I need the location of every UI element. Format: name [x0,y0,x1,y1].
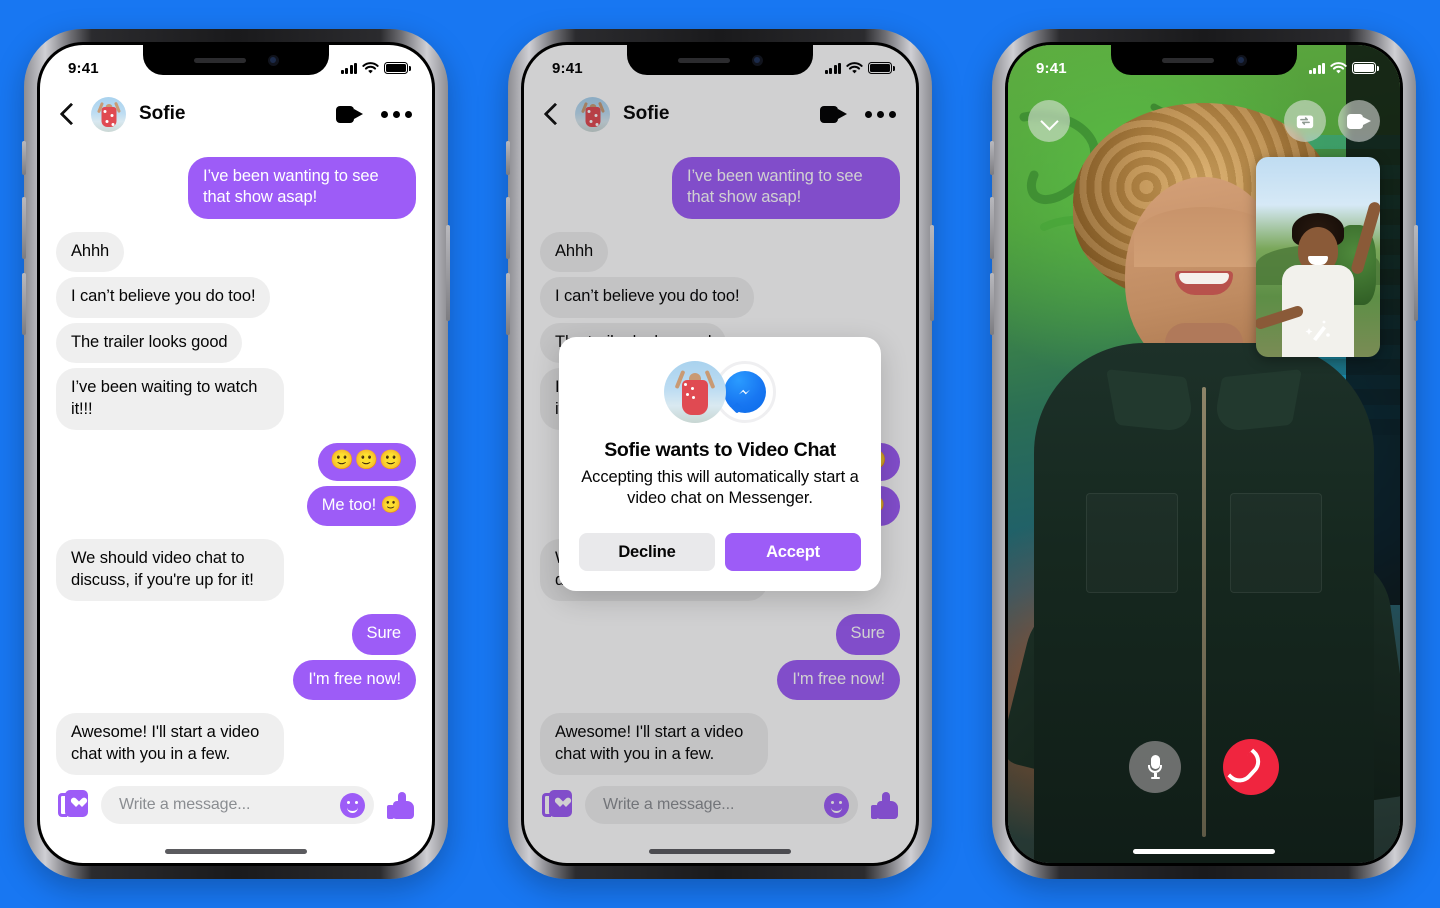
message-list: I’ve been wanting to see that show asap!… [40,143,432,775]
notch [1111,45,1297,75]
front-camera-icon [267,54,279,66]
thumbs-up-icon[interactable] [387,791,414,819]
message-row: The trailer looks good [56,322,416,364]
chevron-down-icon[interactable] [1028,100,1070,142]
accept-button[interactable]: Accept [725,533,861,572]
messenger-logo-icon [724,371,766,413]
call-top-controls [1008,93,1400,149]
message-row: I'm free now! [56,659,416,701]
message-bubble[interactable]: I can’t believe you do too! [56,277,271,318]
volume-down-button[interactable] [990,273,994,335]
message-input[interactable]: Write a message... [101,786,374,824]
status-time: 9:41 [1036,59,1067,77]
stickers-icon[interactable] [58,790,88,820]
call-top-right-controls [1284,100,1380,142]
phone-1-screen: 9:41 Sofie I’ve been wanting to see that… [40,45,432,863]
message-bubble[interactable]: Awesome! I'll start a video chat with yo… [56,713,284,775]
message-row: Sure [56,614,416,655]
front-camera-icon [1235,54,1247,66]
message-row: 🙂🙂🙂 [56,443,416,481]
message-row: Awesome! I'll start a video chat with yo… [56,713,416,775]
camera-flip-icon[interactable] [1284,100,1326,142]
message-bubble[interactable]: I’ve been waiting to watch it!!! [56,368,284,431]
wifi-icon [362,61,379,73]
silent-switch[interactable] [506,141,510,175]
phone-1-chat: 9:41 Sofie I’ve been wanting to see that… [22,29,450,879]
power-button[interactable] [446,225,450,321]
phone-2-screen: 9:41 Sofie I’ve been wanting to see that… [524,45,916,863]
power-button[interactable] [1414,225,1418,321]
effects-sparkle-icon[interactable] [1304,319,1332,343]
video-camera-icon[interactable] [336,105,363,123]
back-chevron-icon[interactable] [56,103,78,125]
message-row: I’ve been wanting to see that show asap! [56,157,416,219]
volume-down-button[interactable] [506,273,510,335]
decline-button[interactable]: Decline [579,533,715,572]
avatar[interactable] [91,96,126,132]
status-indicators [340,61,411,75]
message-row: Me too! 🙂 [56,485,416,527]
chat-header: Sofie [40,85,432,143]
signal-bars-icon [1308,62,1325,74]
end-call-handset-icon[interactable] [1223,739,1279,795]
notch [143,45,329,75]
phone-3-video-call: 9:41 [990,29,1418,879]
dialog-title: Sofie wants to Video Chat [604,439,836,461]
call-bottom-controls [1008,739,1400,795]
status-time: 9:41 [68,59,99,77]
phone-3-screen: 9:41 [1008,45,1400,863]
microphone-icon[interactable] [1129,741,1181,793]
message-bubble[interactable]: I’ve been wanting to see that show asap! [188,157,416,219]
message-bubble[interactable]: We should video chat to discuss, if you'… [56,539,284,602]
phone-bezel: 9:41 Sofie I’ve been wanting to see that… [37,42,435,866]
home-indicator [165,849,307,854]
header-actions [336,105,412,123]
phone-bezel: 9:41 [1005,42,1403,866]
message-row: I can’t believe you do too! [56,277,416,318]
volume-up-button[interactable] [506,197,510,259]
picture-in-picture-self-view[interactable] [1256,157,1380,357]
notch [627,45,813,75]
video-camera-icon[interactable] [1338,100,1380,142]
phone-2-video-chat-request: 9:41 Sofie I’ve been wanting to see that… [506,29,934,879]
dialog-actions: Decline Accept [579,533,861,572]
silent-switch[interactable] [990,141,994,175]
phone-bezel: 9:41 Sofie I’ve been wanting to see that… [521,42,919,866]
video-chat-request-dialog: Sofie wants to Video Chat Accepting this… [559,337,881,592]
volume-down-button[interactable] [22,273,26,335]
message-bubble[interactable]: Ahhh [56,231,125,273]
signal-bars-icon [340,62,357,74]
battery-icon [384,62,411,74]
message-row: I’ve been waiting to watch it!!! [56,368,416,431]
power-button[interactable] [930,225,934,321]
earpiece-speaker [677,57,730,63]
message-row: We should video chat to discuss, if you'… [56,539,416,602]
more-options-icon[interactable] [381,110,412,118]
earpiece-speaker [1161,57,1214,63]
message-bubble[interactable]: Sure [351,614,416,655]
battery-icon [1352,62,1379,74]
silent-switch[interactable] [22,141,26,175]
message-bubble[interactable]: The trailer looks good [56,322,243,364]
emoji-smiley-icon[interactable] [340,792,365,818]
message-bubble[interactable]: I'm free now! [293,659,416,701]
volume-up-button[interactable] [22,197,26,259]
avatar [664,361,726,423]
contact-name: Sofie [139,103,186,124]
status-indicators [1308,61,1379,75]
dialog-icons [579,361,861,423]
message-row: Ahhh [56,231,416,273]
message-bubble[interactable]: Me too! 🙂 [306,485,416,527]
home-indicator [1133,849,1275,854]
message-input-placeholder: Write a message... [119,796,251,813]
message-bubble-emoji[interactable]: 🙂🙂🙂 [318,443,416,481]
front-camera-icon [751,54,763,66]
earpiece-speaker [193,57,246,63]
wifi-icon [1330,61,1347,73]
volume-up-button[interactable] [990,197,994,259]
dialog-body: Accepting this will automatically start … [581,468,859,508]
